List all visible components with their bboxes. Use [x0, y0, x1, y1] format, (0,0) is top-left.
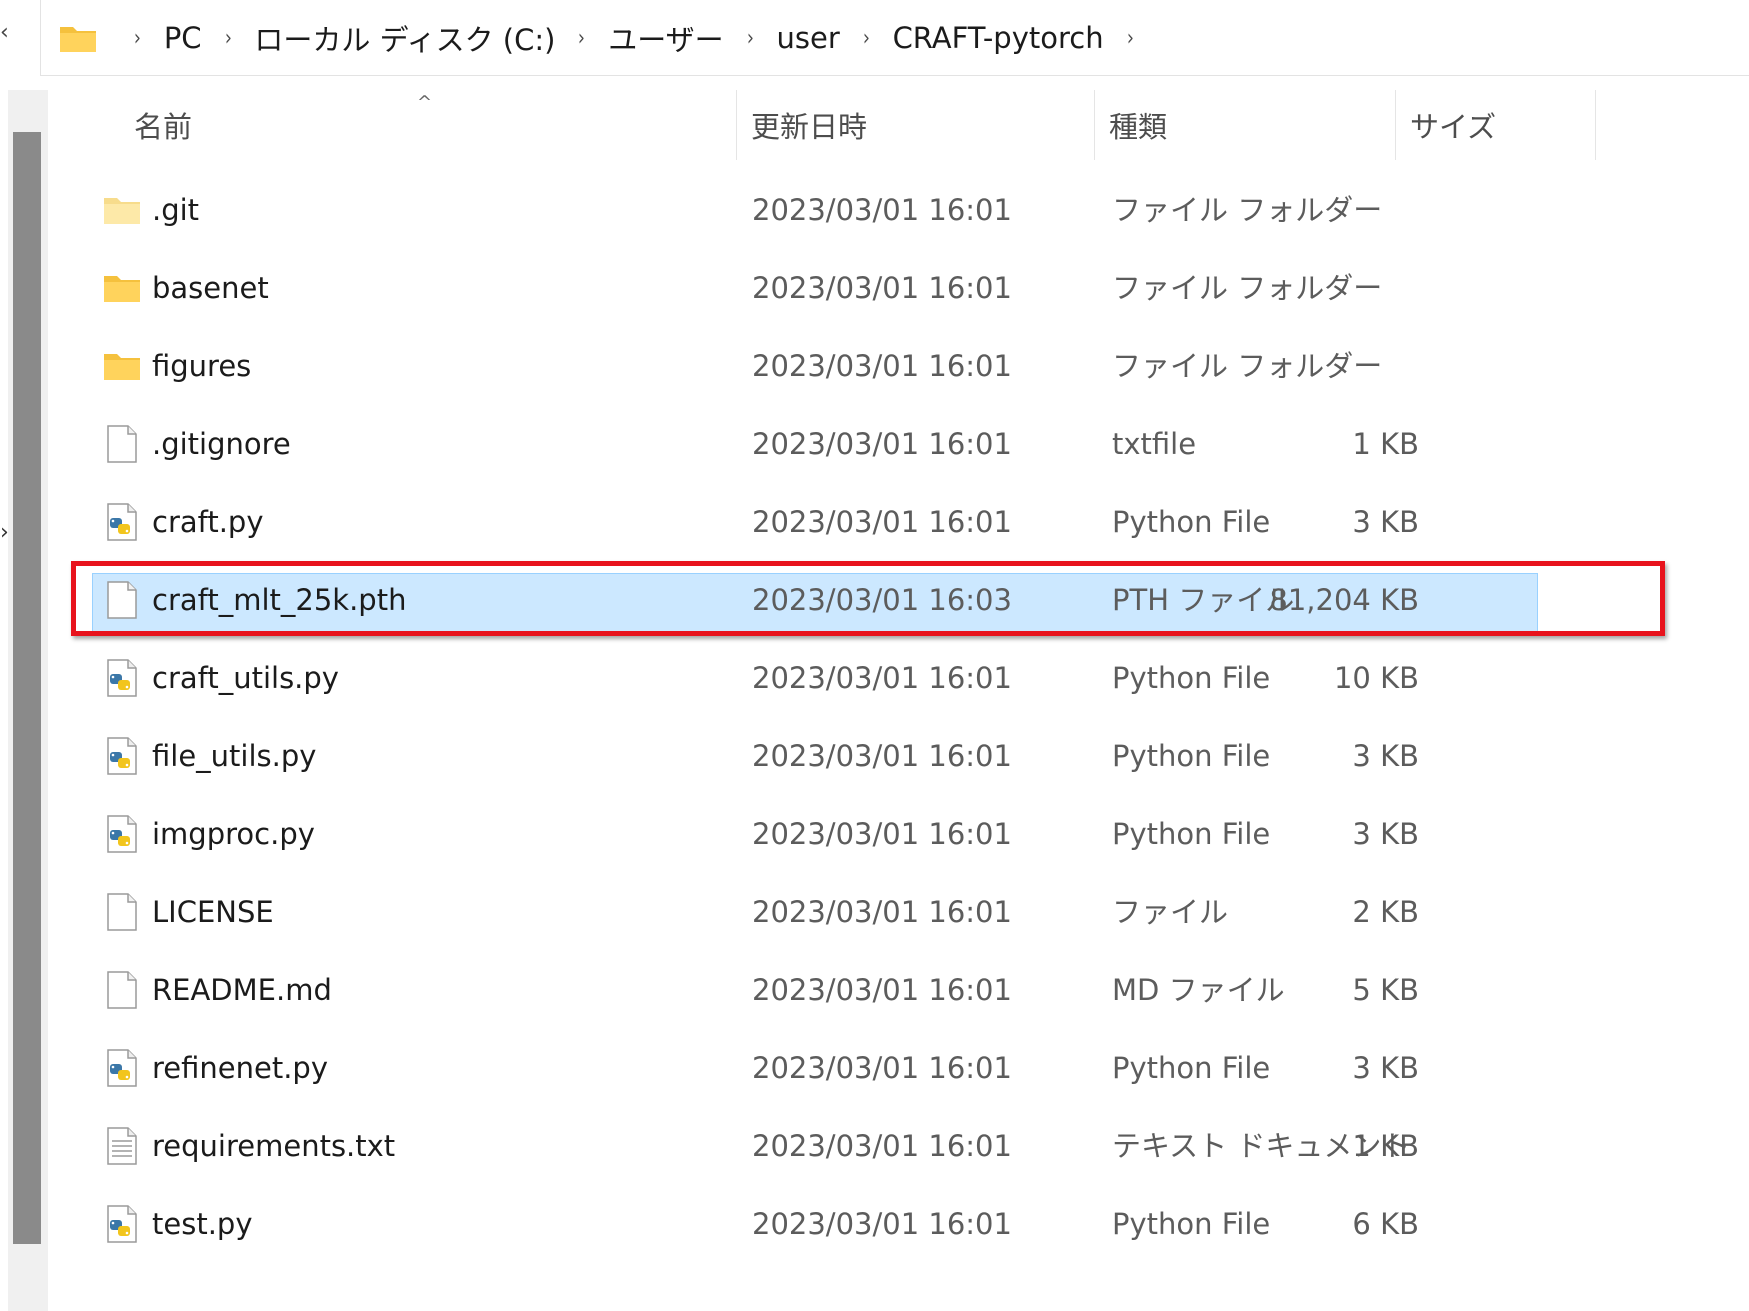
address-bar[interactable]: › PC › ローカル ディスク (C:) › ユーザー › user › CR…: [40, 0, 1749, 76]
scrollbar-thumb[interactable]: [13, 132, 41, 1244]
breadcrumb-item-user[interactable]: user: [776, 21, 839, 55]
file-modified-date: 2023/03/01 16:01: [752, 739, 1012, 773]
folder-icon: [103, 346, 141, 386]
file-size: 5 KB: [1352, 973, 1419, 1007]
file-row[interactable]: .git 2023/03/01 16:01 ファイル フォルダー: [54, 175, 1599, 253]
navigation-pane: [0, 76, 8, 1311]
python-file-icon: [103, 814, 141, 854]
file-row[interactable]: refinenet.py 2023/03/01 16:01 Python File 3…: [54, 1033, 1599, 1111]
chevron-right-icon[interactable]: ›: [578, 26, 585, 51]
python-file-icon: [103, 1204, 141, 1244]
file-size: 6 KB: [1352, 1207, 1419, 1241]
file-name[interactable]: craft.py: [152, 487, 264, 557]
breadcrumb-item-local-disk[interactable]: ローカル ディスク (C:): [254, 17, 555, 59]
file-size: 1 KB: [1352, 427, 1419, 461]
file-name[interactable]: .git: [152, 175, 199, 245]
column-header-name[interactable]: 名前: [54, 90, 720, 160]
text-document-icon: [103, 1126, 141, 1166]
file-type: Python File: [1112, 505, 1271, 539]
file-size: 3 KB: [1352, 505, 1419, 539]
file-size: 3 KB: [1352, 739, 1419, 773]
file-row[interactable]: requirements.txt 2023/03/01 16:01 テキスト ドキュ…: [54, 1111, 1599, 1189]
file-modified-date: 2023/03/01 16:01: [752, 193, 1012, 227]
file-modified-date: 2023/03/01 16:01: [752, 427, 1012, 461]
column-header-date[interactable]: 更新日時: [737, 90, 1093, 160]
file-name[interactable]: basenet: [152, 253, 269, 323]
file-icon: [103, 892, 141, 932]
file-row[interactable]: .gitignore 2023/03/01 16:01 txtfile 1 KB: [54, 409, 1599, 487]
file-modified-date: 2023/03/01 16:01: [752, 661, 1012, 695]
file-row[interactable]: file_utils.py 2023/03/01 16:01 Python File…: [54, 721, 1599, 799]
file-modified-date: 2023/03/01 16:01: [752, 349, 1012, 383]
python-file-icon: [103, 658, 141, 698]
file-row[interactable]: basenet 2023/03/01 16:01 ファイル フォルダー: [54, 253, 1599, 331]
file-type: ファイル フォルダー: [1112, 193, 1383, 227]
column-header-type[interactable]: 種類: [1095, 90, 1395, 160]
folder-icon: [103, 268, 141, 308]
breadcrumb-item-pc[interactable]: PC: [164, 21, 202, 55]
file-row[interactable]: figures 2023/03/01 16:01 ファイル フォルダー: [54, 331, 1599, 409]
folder-icon: [103, 190, 141, 230]
column-header: 名前 ^ 更新日時 種類 サイズ: [54, 90, 1599, 160]
file-size: 3 KB: [1352, 817, 1419, 851]
file-type: ファイル: [1112, 895, 1229, 929]
file-name[interactable]: LICENSE: [152, 877, 274, 947]
file-modified-date: 2023/03/01 16:01: [752, 1129, 1012, 1163]
file-type: Python File: [1112, 661, 1271, 695]
chevron-right-icon[interactable]: ›: [1126, 26, 1133, 51]
file-modified-date: 2023/03/01 16:01: [752, 1207, 1012, 1241]
file-row[interactable]: LICENSE 2023/03/01 16:01 ファイル 2 KB: [54, 877, 1599, 955]
file-size: 10 KB: [1333, 661, 1419, 695]
file-name[interactable]: file_utils.py: [152, 721, 316, 791]
python-file-icon: [103, 502, 141, 542]
file-row[interactable]: test.py 2023/03/01 16:01 Python File 6 KB: [54, 1189, 1599, 1267]
file-name[interactable]: imgproc.py: [152, 799, 315, 869]
file-type: Python File: [1112, 1207, 1271, 1241]
breadcrumb-item-craft-pytorch[interactable]: CRAFT-pytorch: [893, 21, 1104, 55]
file-type: txtfile: [1112, 427, 1197, 461]
file-modified-date: 2023/03/01 16:01: [752, 895, 1012, 929]
chevron-right-icon[interactable]: ›: [224, 26, 231, 51]
annotation-highlight-box: [71, 561, 1665, 636]
file-name[interactable]: refinenet.py: [152, 1033, 328, 1103]
file-modified-date: 2023/03/01 16:01: [752, 505, 1012, 539]
file-list: .git 2023/03/01 16:01 ファイル フォルダー basenet 202…: [54, 175, 1599, 1267]
file-modified-date: 2023/03/01 16:01: [752, 271, 1012, 305]
file-name[interactable]: requirements.txt: [152, 1111, 395, 1181]
file-modified-date: 2023/03/01 16:01: [752, 973, 1012, 1007]
chevron-right-icon[interactable]: ›: [134, 26, 141, 51]
file-type: Python File: [1112, 817, 1271, 851]
chevron-right-icon[interactable]: ›: [863, 26, 870, 51]
folder-icon: [60, 27, 96, 52]
file-name[interactable]: test.py: [152, 1189, 252, 1259]
file-size: 1 KB: [1352, 1129, 1419, 1163]
file-modified-date: 2023/03/01 16:01: [752, 817, 1012, 851]
file-type: MD ファイル: [1112, 973, 1285, 1007]
chevron-right-icon[interactable]: ›: [747, 26, 754, 51]
python-file-icon: [103, 1048, 141, 1088]
breadcrumb: › PC › ローカル ディスク (C:) › ユーザー › user › CR…: [59, 0, 1156, 76]
column-header-size[interactable]: サイズ: [1396, 90, 1594, 160]
file-name[interactable]: figures: [152, 331, 251, 401]
file-modified-date: 2023/03/01 16:01: [752, 1051, 1012, 1085]
file-type: ファイル フォルダー: [1112, 349, 1383, 383]
file-row[interactable]: craft_utils.py 2023/03/01 16:01 Python Fil…: [54, 643, 1599, 721]
file-type: ファイル フォルダー: [1112, 271, 1383, 305]
file-name[interactable]: README.md: [152, 955, 332, 1025]
file-row[interactable]: craft.py 2023/03/01 16:01 Python File 3 KB: [54, 487, 1599, 565]
file-name[interactable]: craft_utils.py: [152, 643, 339, 713]
file-icon: [103, 970, 141, 1010]
file-name[interactable]: .gitignore: [152, 409, 291, 479]
file-icon: [103, 424, 141, 464]
file-row[interactable]: README.md 2023/03/01 16:01 MD ファイル 5 KB: [54, 955, 1599, 1033]
python-file-icon: [103, 736, 141, 776]
sort-ascending-icon: ^: [417, 92, 433, 113]
file-type: Python File: [1112, 739, 1271, 773]
back-chevron-icon[interactable]: ‹: [0, 20, 9, 45]
file-size: 3 KB: [1352, 1051, 1419, 1085]
file-size: 2 KB: [1352, 895, 1419, 929]
breadcrumb-item-users[interactable]: ユーザー: [608, 17, 723, 59]
file-type: Python File: [1112, 1051, 1271, 1085]
file-row[interactable]: imgproc.py 2023/03/01 16:01 Python File 3 K…: [54, 799, 1599, 877]
